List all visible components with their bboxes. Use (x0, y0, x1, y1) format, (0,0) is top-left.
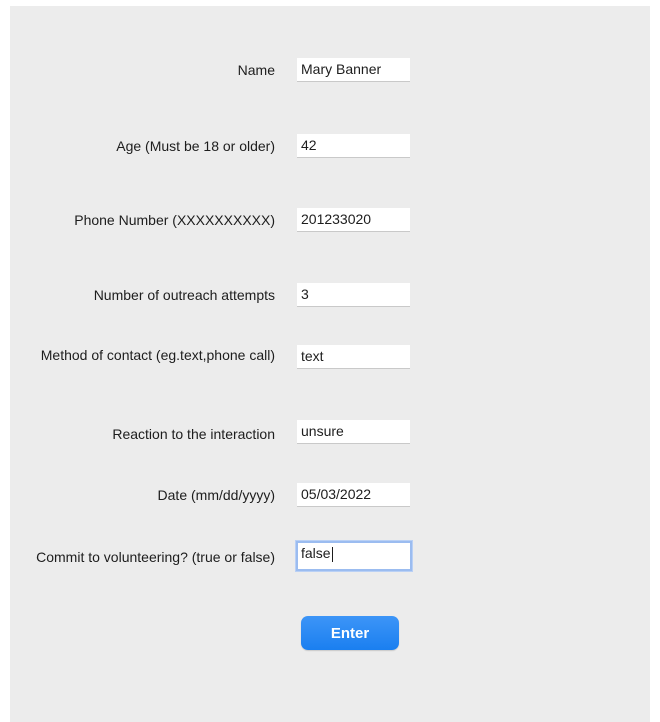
name-field[interactable]: Mary Banner (297, 58, 410, 82)
commit-volunteering-field[interactable]: false (296, 541, 412, 571)
text-caret (331, 546, 333, 562)
date-field[interactable]: 05/03/2022 (297, 483, 410, 507)
age-field[interactable]: 42 (297, 134, 410, 158)
age-label: Age (Must be 18 or older) (116, 138, 275, 154)
commit-volunteering-label: Commit to volunteering? (true or false) (36, 549, 275, 565)
reaction-field[interactable]: unsure (297, 420, 410, 444)
form-window: Name Mary Banner Age (Must be 18 or olde… (10, 6, 650, 722)
date-label: Date (mm/dd/yyyy) (157, 487, 275, 503)
outreach-attempts-label: Number of outreach attempts (93, 287, 275, 303)
phone-number-field[interactable]: 201233020 (297, 208, 410, 232)
enter-button[interactable]: Enter (301, 616, 399, 650)
contact-method-field[interactable]: text (297, 345, 410, 369)
commit-volunteering-value: false (301, 545, 331, 561)
reaction-label: Reaction to the interaction (112, 426, 275, 442)
contact-method-label: Method of contact (eg.text,phone call) (40, 347, 275, 363)
outreach-attempts-field[interactable]: 3 (297, 283, 410, 307)
phone-number-label: Phone Number (XXXXXXXXXX) (74, 212, 275, 228)
name-label: Name (237, 62, 275, 78)
